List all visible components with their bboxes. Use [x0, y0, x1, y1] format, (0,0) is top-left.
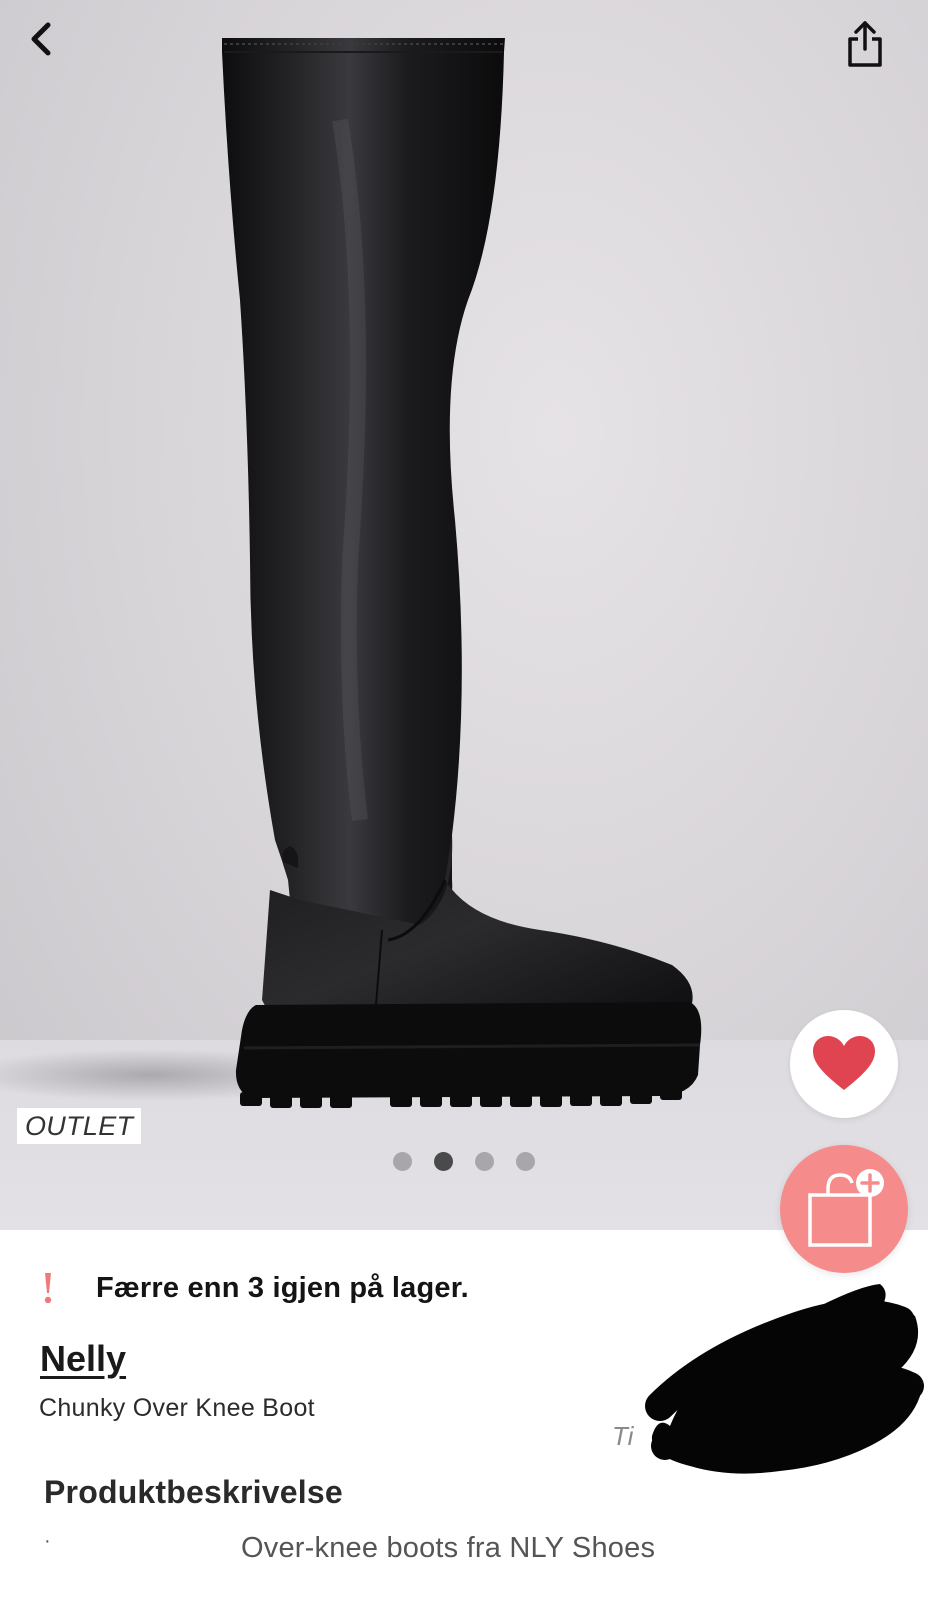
chevron-left-icon	[31, 22, 51, 56]
product-photo	[0, 38, 702, 1108]
gallery-dot[interactable]	[393, 1152, 412, 1171]
gallery-pagination	[393, 1152, 535, 1171]
exclamation-icon	[38, 1271, 58, 1305]
favorite-button[interactable]	[790, 1010, 898, 1118]
outlet-badge: OUTLET	[17, 1108, 142, 1144]
bag-plus-icon	[808, 1169, 884, 1247]
heart-icon	[813, 1036, 875, 1090]
stock-notice-text: Færre enn 3 igjen på lager.	[96, 1271, 469, 1304]
product-image-gallery[interactable]: OUTLET	[0, 0, 928, 1230]
description-bullet: Over-knee boots fra NLY Shoes	[241, 1532, 656, 1564]
bullet-marker: ·	[44, 1530, 51, 1552]
back-button[interactable]	[18, 16, 64, 62]
add-to-bag-button[interactable]	[780, 1145, 908, 1273]
redaction-scribble	[645, 1284, 924, 1474]
description-title: Produktbeskrivelse	[44, 1474, 343, 1510]
gallery-dot[interactable]	[475, 1152, 494, 1171]
brand-link[interactable]: Nelly	[40, 1338, 126, 1380]
gallery-dot[interactable]	[516, 1152, 535, 1171]
stock-notice: Færre enn 3 igjen på lager.	[38, 1268, 469, 1308]
share-icon	[848, 21, 882, 67]
share-button[interactable]	[840, 16, 890, 72]
gallery-dot-active[interactable]	[434, 1152, 453, 1171]
product-name: Chunky Over Knee Boot	[39, 1394, 315, 1422]
